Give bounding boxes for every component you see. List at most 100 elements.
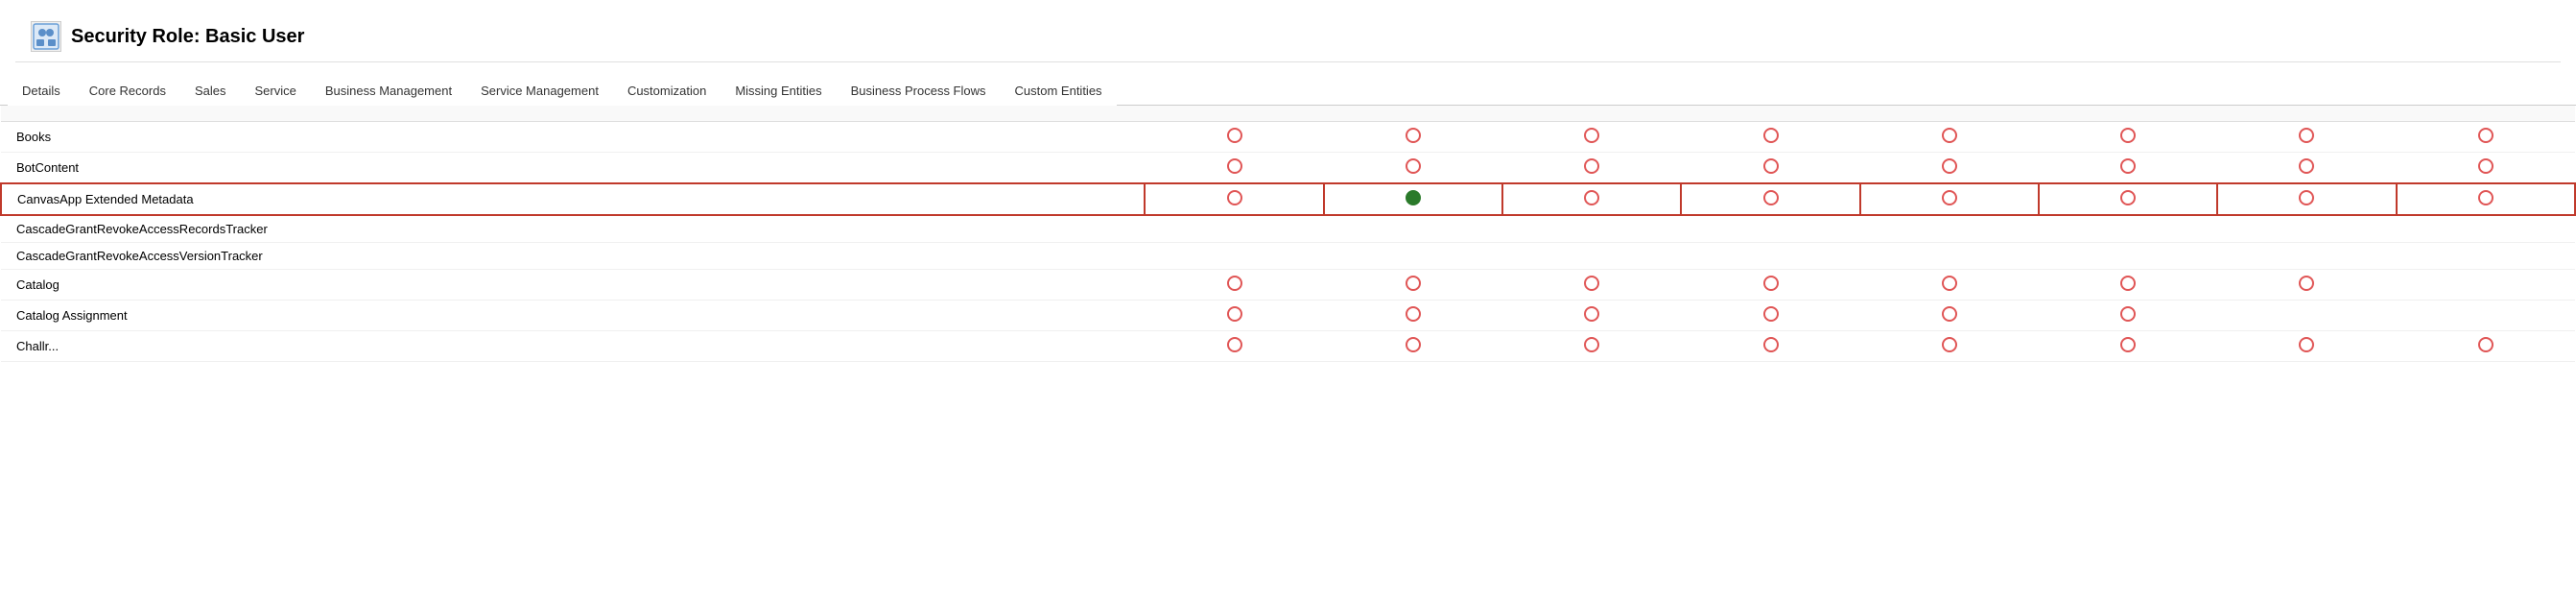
table-row[interactable]: CascadeGrantRevokeAccessRecordsTracker (1, 215, 2575, 243)
empty-circle-icon[interactable] (2120, 128, 2136, 143)
empty-circle-icon[interactable] (1406, 306, 1421, 322)
row-permission-cell[interactable] (1860, 301, 2039, 331)
row-permission-cell[interactable] (1324, 270, 1502, 301)
row-permission-cell[interactable] (2039, 183, 2217, 215)
table-row[interactable]: Catalog (1, 270, 2575, 301)
empty-circle-icon[interactable] (2299, 276, 2314, 291)
row-permission-cell[interactable] (1145, 270, 1323, 301)
empty-circle-icon[interactable] (1763, 158, 1779, 174)
row-permission-cell[interactable] (1860, 270, 2039, 301)
table-row[interactable]: Catalog Assignment (1, 301, 2575, 331)
empty-circle-icon[interactable] (2120, 337, 2136, 352)
row-permission-cell[interactable] (1502, 331, 1681, 362)
empty-circle-icon[interactable] (2120, 158, 2136, 174)
row-permission-cell[interactable] (1860, 183, 2039, 215)
empty-circle-icon[interactable] (1406, 337, 1421, 352)
table-row[interactable]: CascadeGrantRevokeAccessVersionTracker (1, 243, 2575, 270)
empty-circle-icon[interactable] (2478, 128, 2493, 143)
empty-circle-icon[interactable] (2478, 190, 2493, 205)
row-permission-cell[interactable] (2397, 331, 2575, 362)
table-row[interactable]: Books (1, 122, 2575, 153)
empty-circle-icon[interactable] (1763, 306, 1779, 322)
row-permission-cell[interactable] (1324, 331, 1502, 362)
tab-custom-entities[interactable]: Custom Entities (1001, 75, 1117, 106)
row-permission-cell[interactable] (1502, 270, 1681, 301)
row-permission-cell[interactable] (1860, 331, 2039, 362)
empty-circle-icon[interactable] (1584, 306, 1599, 322)
row-permission-cell[interactable] (1324, 122, 1502, 153)
empty-circle-icon[interactable] (1942, 128, 1957, 143)
row-permission-cell[interactable] (1324, 183, 1502, 215)
row-permission-cell[interactable] (1502, 301, 1681, 331)
tab-customization[interactable]: Customization (613, 75, 721, 106)
empty-circle-icon[interactable] (1942, 190, 1957, 205)
row-permission-cell[interactable] (2217, 122, 2396, 153)
row-permission-cell[interactable] (2217, 183, 2396, 215)
empty-circle-icon[interactable] (1584, 190, 1599, 205)
tab-business-process-flows[interactable]: Business Process Flows (837, 75, 1001, 106)
empty-circle-icon[interactable] (1763, 128, 1779, 143)
row-permission-cell[interactable] (1145, 122, 1323, 153)
empty-circle-icon[interactable] (2299, 128, 2314, 143)
empty-circle-icon[interactable] (1227, 128, 1242, 143)
row-permission-cell[interactable] (1145, 183, 1323, 215)
row-permission-cell[interactable] (1681, 183, 1859, 215)
table-row[interactable]: BotContent (1, 153, 2575, 184)
row-permission-cell[interactable] (2217, 331, 2396, 362)
row-permission-cell[interactable] (2039, 122, 2217, 153)
row-permission-cell[interactable] (1324, 153, 1502, 184)
row-permission-cell[interactable] (2039, 270, 2217, 301)
empty-circle-icon[interactable] (1763, 276, 1779, 291)
row-permission-cell[interactable] (1860, 122, 2039, 153)
row-permission-cell[interactable] (2217, 153, 2396, 184)
empty-circle-icon[interactable] (2478, 158, 2493, 174)
empty-circle-icon[interactable] (1584, 337, 1599, 352)
row-permission-cell[interactable] (2397, 153, 2575, 184)
tab-business-management[interactable]: Business Management (311, 75, 466, 106)
row-permission-cell[interactable] (2397, 270, 2575, 301)
row-permission-cell[interactable] (2039, 331, 2217, 362)
empty-circle-icon[interactable] (1227, 276, 1242, 291)
row-permission-cell[interactable] (1681, 331, 1859, 362)
row-permission-cell[interactable] (1502, 183, 1681, 215)
empty-circle-icon[interactable] (2478, 337, 2493, 352)
empty-circle-icon[interactable] (1763, 337, 1779, 352)
empty-circle-icon[interactable] (2299, 190, 2314, 205)
empty-circle-icon[interactable] (1227, 190, 1242, 205)
row-permission-cell[interactable] (1145, 153, 1323, 184)
empty-circle-icon[interactable] (1942, 306, 1957, 322)
row-permission-cell[interactable] (1681, 301, 1859, 331)
row-permission-cell[interactable] (1681, 270, 1859, 301)
row-permission-cell[interactable] (2397, 301, 2575, 331)
tab-core-records[interactable]: Core Records (75, 75, 180, 106)
row-permission-cell[interactable] (2039, 153, 2217, 184)
row-permission-cell[interactable] (2397, 183, 2575, 215)
tab-sales[interactable]: Sales (180, 75, 241, 106)
empty-circle-icon[interactable] (1584, 276, 1599, 291)
empty-circle-icon[interactable] (1763, 190, 1779, 205)
empty-circle-icon[interactable] (1942, 276, 1957, 291)
empty-circle-icon[interactable] (1227, 158, 1242, 174)
row-permission-cell[interactable] (1145, 331, 1323, 362)
empty-circle-icon[interactable] (1406, 158, 1421, 174)
row-permission-cell[interactable] (2217, 270, 2396, 301)
row-permission-cell[interactable] (1324, 301, 1502, 331)
row-permission-cell[interactable] (2217, 301, 2396, 331)
row-permission-cell[interactable] (1502, 153, 1681, 184)
table-row[interactable]: CanvasApp Extended Metadata (1, 183, 2575, 215)
tab-details[interactable]: Details (8, 75, 75, 106)
row-permission-cell[interactable] (1681, 122, 1859, 153)
empty-circle-icon[interactable] (2299, 158, 2314, 174)
empty-circle-icon[interactable] (1406, 276, 1421, 291)
row-permission-cell[interactable] (1681, 153, 1859, 184)
table-row[interactable]: Challr... (1, 331, 2575, 362)
empty-circle-icon[interactable] (1584, 128, 1599, 143)
empty-circle-icon[interactable] (2120, 276, 2136, 291)
empty-circle-icon[interactable] (1406, 128, 1421, 143)
empty-circle-icon[interactable] (1227, 306, 1242, 322)
row-permission-cell[interactable] (1860, 153, 2039, 184)
empty-circle-icon[interactable] (1942, 337, 1957, 352)
tab-service-management[interactable]: Service Management (466, 75, 613, 106)
empty-circle-icon[interactable] (2299, 337, 2314, 352)
tab-missing-entities[interactable]: Missing Entities (721, 75, 836, 106)
